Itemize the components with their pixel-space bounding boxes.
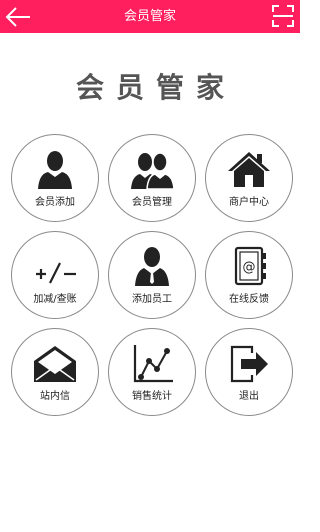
tile-label: 添加员工 — [132, 294, 172, 305]
merchant-center-button[interactable]: 商户中心 — [205, 134, 293, 222]
sales-stats-button[interactable]: 销售统计 — [108, 328, 196, 416]
member-manage-button[interactable]: 会员管理 — [108, 134, 196, 222]
plus-minus-button[interactable]: 加减/查账 — [11, 231, 99, 319]
tile-label: 商户中心 — [229, 197, 269, 208]
employee-icon — [135, 247, 169, 286]
home-icon — [228, 152, 270, 187]
svg-text:@: @ — [243, 260, 256, 275]
tile-label: 销售统计 — [132, 391, 172, 402]
menu-grid: 会员添加 会员管理 商户中心 加减/查账 添加员工 @ 在线反馈 站内信 销售统… — [0, 0, 300, 532]
add-employee-button[interactable]: 添加员工 — [108, 231, 196, 319]
tile-label: 站内信 — [40, 391, 70, 402]
contact-book-icon: @ — [234, 246, 266, 286]
user-icon — [38, 151, 72, 189]
line-chart-icon — [133, 345, 173, 383]
online-feedback-button[interactable]: @ 在线反馈 — [205, 231, 293, 319]
users-icon — [131, 152, 175, 189]
member-add-button[interactable]: 会员添加 — [11, 134, 99, 222]
envelope-icon — [34, 346, 76, 382]
plus-minus-icon — [36, 262, 76, 284]
logout-button[interactable]: 退出 — [205, 328, 293, 416]
tile-label: 会员管理 — [132, 197, 172, 208]
tile-label: 退出 — [239, 391, 259, 402]
tile-label: 会员添加 — [35, 197, 75, 208]
tile-label: 加减/查账 — [33, 294, 77, 305]
logout-icon — [230, 345, 268, 383]
tile-label: 在线反馈 — [229, 294, 269, 305]
inbox-button[interactable]: 站内信 — [11, 328, 99, 416]
